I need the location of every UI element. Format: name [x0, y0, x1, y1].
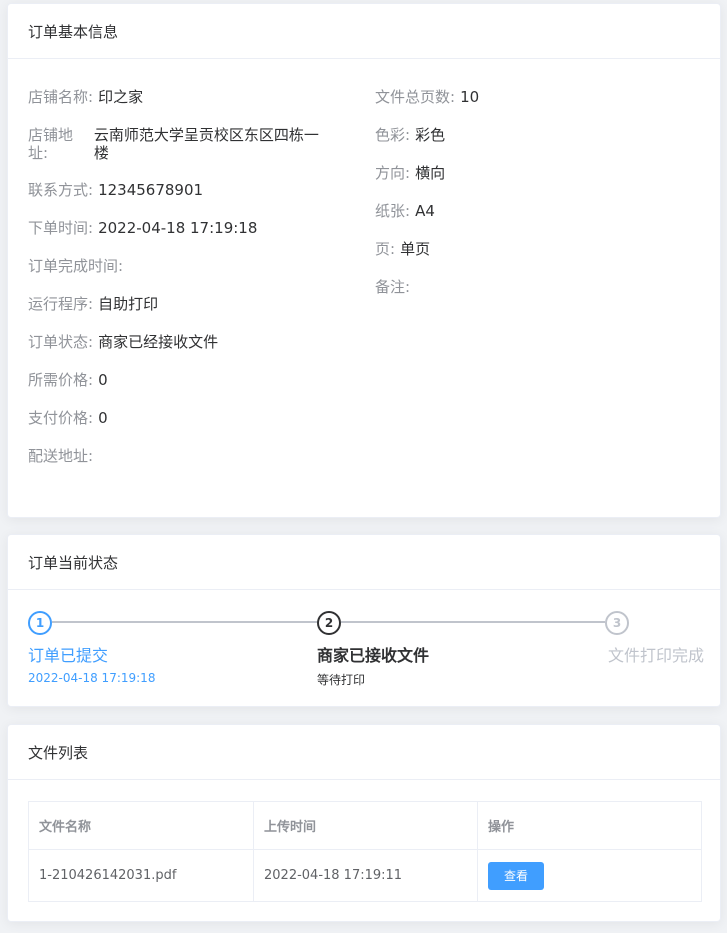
info-label: 色彩: [375, 126, 411, 144]
info-row-paper: 纸张: A4 [375, 202, 695, 220]
order-info-right-column: 文件总页数: 10 色彩: 彩色 方向: 横向 纸张: A4 页: 单页 备注: [375, 88, 695, 316]
info-label: 文件总页数: [375, 88, 456, 106]
step-1-title: 订单已提交 [28, 646, 109, 665]
info-label: 纸张: [375, 202, 411, 220]
order-info-card: 订单基本信息 店铺名称: 印之家 店铺地址: 云南师范大学呈贡校区东区四栋一楼 … [7, 3, 721, 518]
step-number: 3 [612, 616, 622, 630]
file-name-cell: 1-210426142031.pdf [28, 849, 254, 902]
info-value: 彩色 [415, 126, 446, 144]
info-value: 印之家 [98, 88, 144, 106]
info-row-sides: 页: 单页 [375, 240, 695, 258]
info-value: A4 [415, 202, 435, 220]
info-label: 店铺地址: [28, 126, 74, 162]
step-number: 2 [324, 616, 334, 630]
column-header-action: 操作 [477, 801, 702, 850]
info-label: 店铺名称: [28, 88, 94, 106]
step-number: 1 [35, 616, 45, 630]
column-header-upload-time: 上传时间 [253, 801, 478, 850]
upload-time-cell: 2022-04-18 17:19:11 [253, 849, 478, 902]
info-label: 页: [375, 240, 396, 258]
file-table: 文件名称 上传时间 操作 1-210426142031.pdf 2022-04-… [28, 801, 702, 902]
order-info-title: 订单基本信息 [8, 4, 720, 59]
info-row-shop-name: 店铺名称: 印之家 [28, 88, 328, 106]
step-connector [52, 621, 318, 623]
table-row: 1-210426142031.pdf 2022-04-18 17:19:11 查… [28, 849, 702, 902]
step-2-title: 商家已接收文件 [317, 646, 430, 665]
info-row-shop-address: 店铺地址: 云南师范大学呈贡校区东区四栋一楼 [28, 126, 328, 162]
info-value: 商家已经接收文件 [98, 333, 219, 351]
table-header-row: 文件名称 上传时间 操作 [28, 801, 702, 850]
info-label: 联系方式: [28, 181, 94, 199]
info-value: 2022-04-18 17:19:18 [98, 219, 258, 237]
info-label: 下单时间: [28, 219, 94, 237]
step-1-icon: 1 [28, 611, 52, 635]
info-row-delivery-address: 配送地址: [28, 447, 328, 465]
step-2-desc: 等待打印 [317, 673, 366, 687]
info-value: 自助打印 [98, 295, 159, 313]
info-label: 支付价格: [28, 409, 94, 427]
info-value: 0 [98, 371, 108, 389]
order-steps: 1 订单已提交 2022-04-18 17:19:18 2 商家已接收文件 等待… [28, 611, 704, 691]
info-row-finish-time: 订单完成时间: [28, 257, 328, 275]
step-1-desc: 2022-04-18 17:19:18 [28, 671, 156, 685]
info-row-order-time: 下单时间: 2022-04-18 17:19:18 [28, 219, 328, 237]
info-label: 方向: [375, 164, 411, 182]
step-connector [341, 621, 605, 623]
info-row-color: 色彩: 彩色 [375, 126, 695, 144]
info-row-total-pages: 文件总页数: 10 [375, 88, 695, 106]
order-status-title: 订单当前状态 [8, 535, 720, 590]
info-value: 12345678901 [98, 181, 204, 199]
info-value: 10 [460, 88, 480, 106]
order-info-left-column: 店铺名称: 印之家 店铺地址: 云南师范大学呈贡校区东区四栋一楼 联系方式: 1… [28, 88, 328, 485]
info-value: 单页 [400, 240, 431, 258]
info-row-contact: 联系方式: 12345678901 [28, 181, 328, 199]
info-row-remarks: 备注: [375, 278, 695, 296]
info-row-orientation: 方向: 横向 [375, 164, 695, 182]
step-3-icon: 3 [605, 611, 629, 635]
info-label: 所需价格: [28, 371, 94, 389]
info-row-required-price: 所需价格: 0 [28, 371, 328, 389]
info-label: 运行程序: [28, 295, 94, 313]
info-label: 备注: [375, 278, 411, 296]
step-2-icon: 2 [317, 611, 341, 635]
info-value: 横向 [415, 164, 446, 182]
view-file-button[interactable]: 查看 [488, 861, 544, 890]
step-3-title: 文件打印完成 [607, 646, 704, 665]
action-cell: 查看 [477, 849, 702, 902]
info-value: 0 [98, 409, 108, 427]
info-value: 云南师范大学呈贡校区东区四栋一楼 [93, 126, 319, 162]
order-status-card: 订单当前状态 1 订单已提交 2022-04-18 17:19:18 2 商家已… [7, 534, 721, 707]
info-label: 订单状态: [28, 333, 94, 351]
info-label: 配送地址: [28, 447, 94, 465]
info-row-order-status: 订单状态: 商家已经接收文件 [28, 333, 328, 351]
file-list-title: 文件列表 [8, 725, 720, 780]
column-header-file-name: 文件名称 [28, 801, 254, 850]
info-row-program: 运行程序: 自助打印 [28, 295, 328, 313]
file-list-card: 文件列表 文件名称 上传时间 操作 1-210426142031.pdf 202… [7, 724, 721, 922]
info-label: 订单完成时间: [28, 257, 124, 275]
info-row-paid-price: 支付价格: 0 [28, 409, 328, 427]
